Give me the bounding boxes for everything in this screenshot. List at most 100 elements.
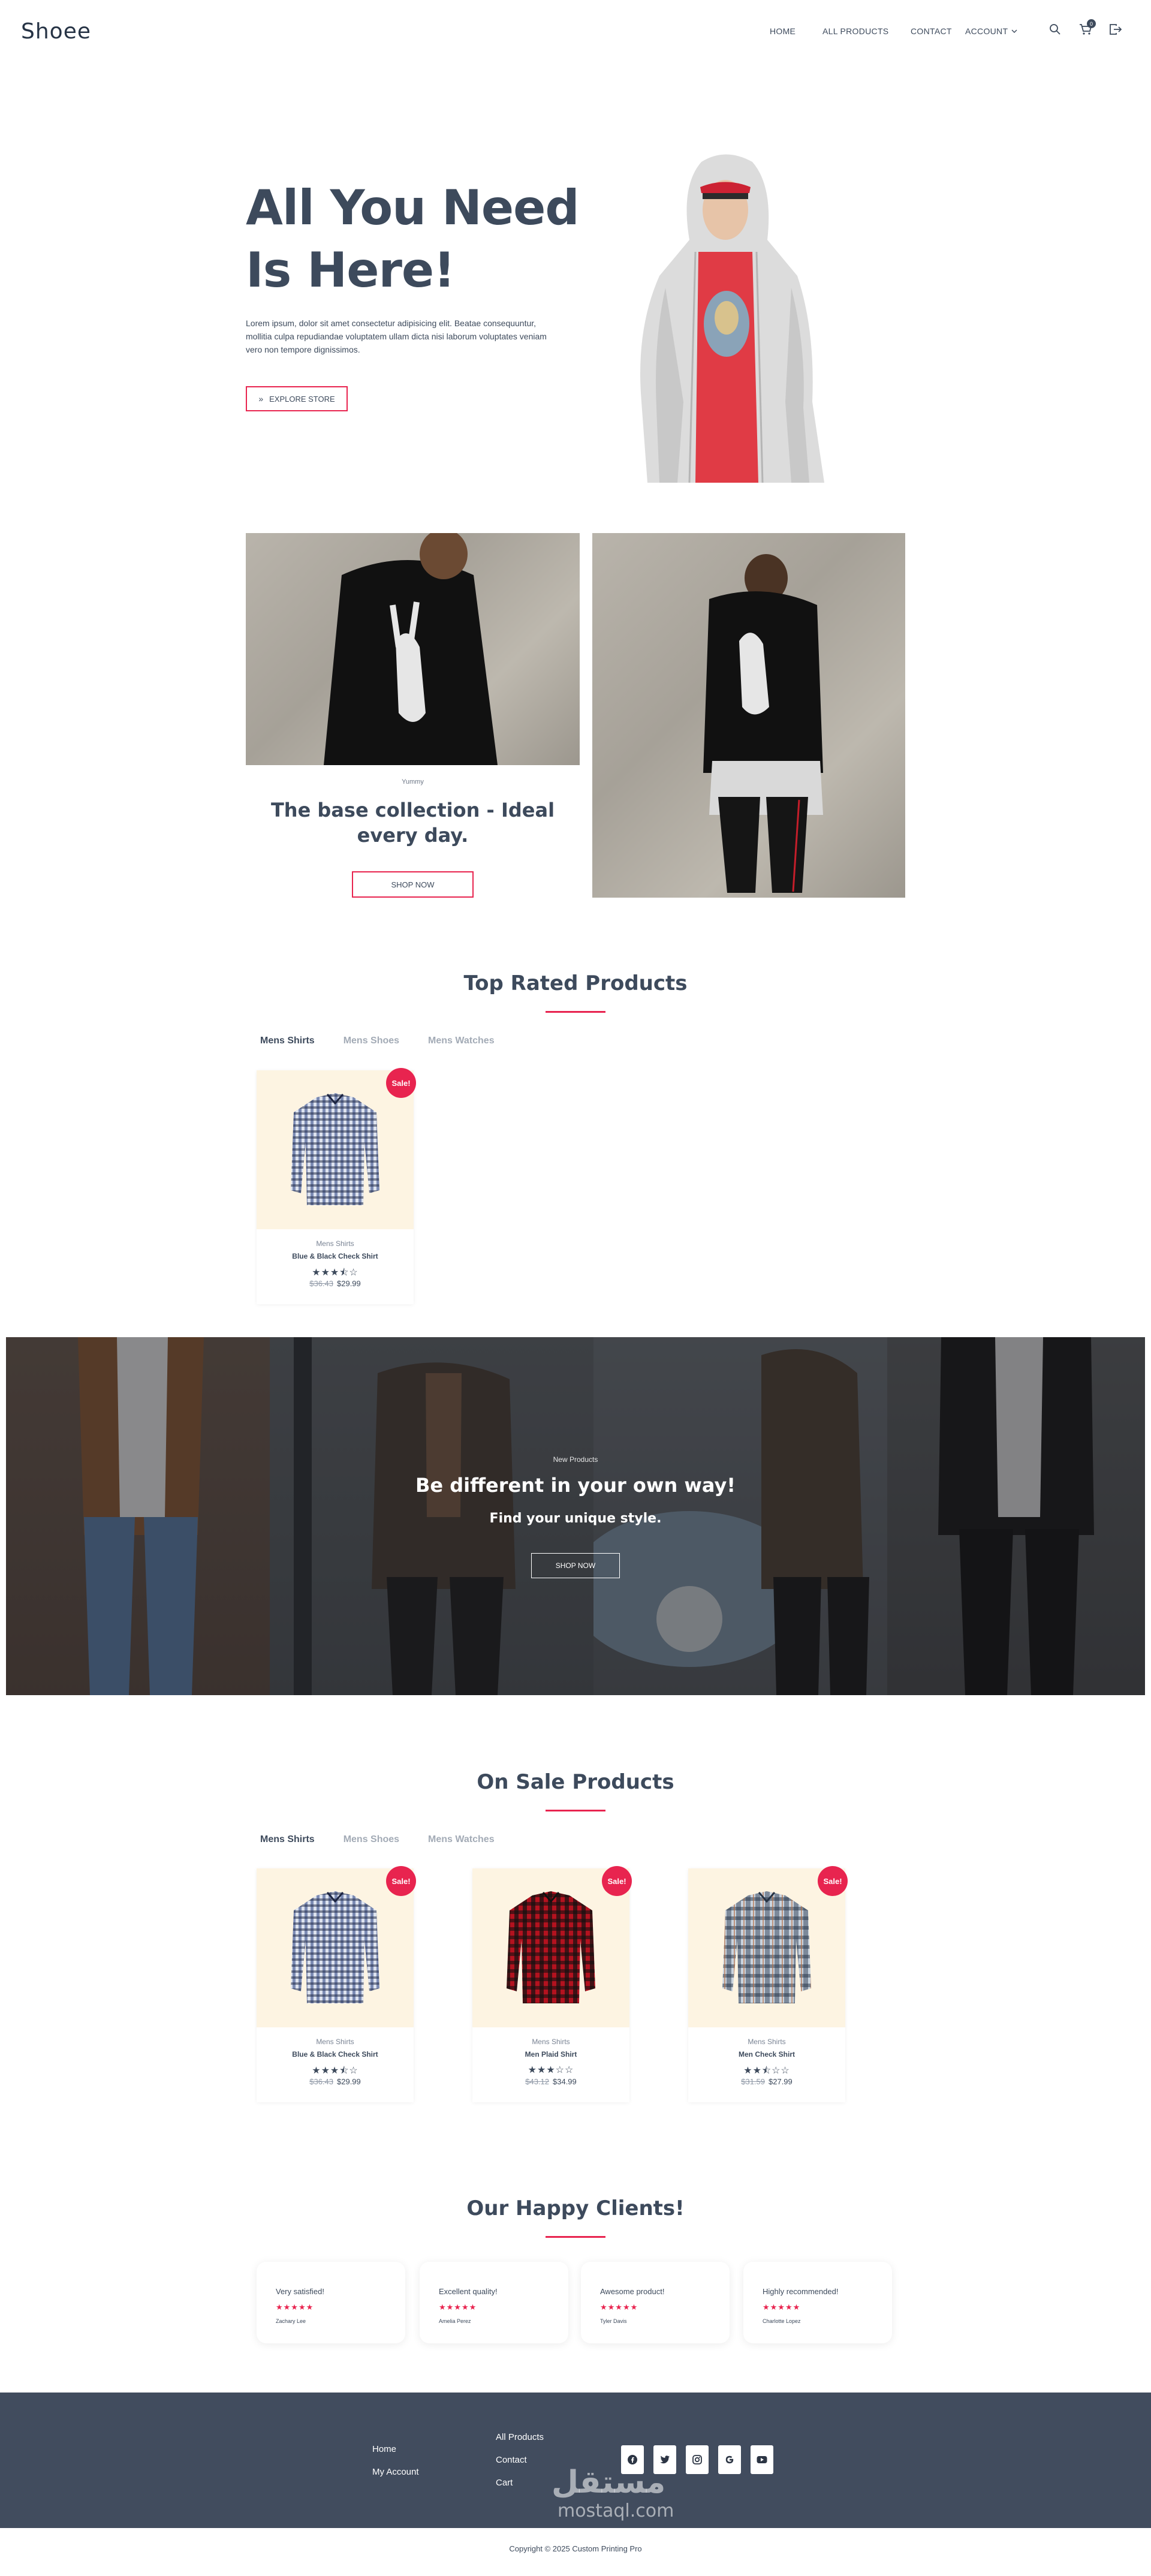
footer-link-my-account[interactable]: My Account bbox=[372, 2467, 419, 2477]
testimonial-author: Tyler Davis bbox=[600, 2318, 627, 2324]
footer-link-all-products[interactable]: All Products bbox=[496, 2432, 544, 2442]
base-collection-tag: Yummy bbox=[402, 778, 424, 786]
nav-account-dropdown[interactable]: ACCOUNT bbox=[965, 26, 1017, 36]
on-sale-divider bbox=[546, 1810, 605, 1811]
sale-badge: Sale! bbox=[386, 1866, 416, 1896]
tab-mens-shirts[interactable]: Mens Shirts bbox=[260, 1036, 315, 1046]
product-old-price: $43.12 bbox=[525, 2077, 549, 2086]
product-old-price: $31.59 bbox=[741, 2077, 765, 2086]
footer-link-home[interactable]: Home bbox=[372, 2444, 396, 2454]
hero-description: Lorem ipsum, dolor sit amet consectetur … bbox=[246, 318, 547, 354]
testimonial-text: Highly recommended! bbox=[763, 2287, 839, 2296]
testimonial-rating: ★★★★★ bbox=[276, 2303, 314, 2312]
product-category: Mens Shirts bbox=[748, 2038, 786, 2046]
top-rated-divider bbox=[546, 1011, 605, 1013]
base-collection-title: The base collection - Ideal every day. bbox=[270, 799, 555, 847]
nav-contact[interactable]: CONTACT bbox=[911, 26, 952, 36]
site-logo[interactable]: Shoee bbox=[21, 19, 91, 44]
nav-all-products[interactable]: ALL PRODUCTS bbox=[822, 26, 888, 36]
testimonial-author: Charlotte Lopez bbox=[763, 2318, 801, 2324]
banner-title: Be different in your own way! bbox=[415, 1474, 736, 1497]
tab-mens-shoes[interactable]: Mens Shoes bbox=[344, 1036, 399, 1046]
google-icon[interactable] bbox=[718, 2445, 741, 2474]
product-category: Mens Shirts bbox=[316, 1239, 354, 1248]
product-image bbox=[257, 1868, 414, 2027]
product-price: $36.43 $29.99 bbox=[257, 1279, 414, 1288]
cart-count-badge: 0 bbox=[1087, 19, 1096, 28]
testimonial-card: Very satisfied! ★★★★★ Zachary Lee bbox=[257, 2262, 405, 2343]
top-rated-title: Top Rated Products bbox=[463, 971, 688, 995]
testimonial-card: Highly recommended! ★★★★★ Charlotte Lope… bbox=[743, 2262, 892, 2343]
base-collection-image-tall bbox=[592, 533, 905, 898]
product-image bbox=[688, 1868, 845, 2027]
base-collection-image-small bbox=[246, 533, 580, 765]
product-name[interactable]: Blue & Black Check Shirt bbox=[257, 2050, 414, 2059]
copyright-text: Copyright © 2025 Custom Printing Pro bbox=[509, 2544, 642, 2553]
clients-divider bbox=[546, 2236, 605, 2238]
product-card[interactable]: Sale! Mens Shirts Blue & Black Check Shi… bbox=[257, 1068, 416, 1304]
testimonial-card: Excellent quality! ★★★★★ Amelia Perez bbox=[420, 2262, 568, 2343]
product-name[interactable]: Blue & Black Check Shirt bbox=[257, 1252, 414, 1260]
clients-title: Our Happy Clients! bbox=[466, 2196, 685, 2220]
footer-link-cart[interactable]: Cart bbox=[496, 2478, 513, 2488]
banner-shop-button[interactable]: SHOP NOW bbox=[531, 1553, 620, 1578]
watermark-arabic: مستقل bbox=[552, 2464, 666, 2500]
product-old-price: $36.43 bbox=[309, 2077, 333, 2086]
explore-store-button[interactable]: » EXPLORE STORE bbox=[246, 386, 348, 411]
instagram-icon[interactable] bbox=[686, 2445, 709, 2474]
search-icon[interactable] bbox=[1047, 22, 1063, 37]
logout-icon[interactable] bbox=[1108, 22, 1123, 37]
site-footer: Home My Account All Products Contact Car… bbox=[0, 2393, 1151, 2528]
hero-model-image bbox=[599, 150, 851, 486]
product-sale-price: $29.99 bbox=[337, 2077, 361, 2086]
banner-subtitle: Find your unique style. bbox=[489, 1511, 662, 1526]
testimonial-rating: ★★★★★ bbox=[439, 2303, 477, 2312]
product-category: Mens Shirts bbox=[532, 2038, 570, 2046]
cart-icon[interactable]: 0 bbox=[1078, 19, 1096, 37]
hero-title: All You Need Is Here! bbox=[246, 180, 580, 298]
product-price: $36.43 $29.99 bbox=[257, 2077, 414, 2086]
product-rating: ★★★☆☆ bbox=[528, 2065, 574, 2075]
sale-badge: Sale! bbox=[386, 1068, 416, 1098]
testimonial-author: Zachary Lee bbox=[276, 2318, 306, 2324]
footer-link-contact[interactable]: Contact bbox=[496, 2455, 527, 2465]
product-price: $31.59 $27.99 bbox=[688, 2077, 845, 2086]
product-sale-price: $34.99 bbox=[553, 2077, 577, 2086]
product-card[interactable]: Sale! Mens Shirts Men Plaid Shirt ★★★☆☆ … bbox=[472, 1866, 632, 2102]
testimonial-text: Very satisfied! bbox=[276, 2287, 324, 2296]
product-sale-price: $27.99 bbox=[769, 2077, 793, 2086]
site-header: Shoee HOME ALL PRODUCTS CONTACT ACCOUNT … bbox=[0, 0, 1151, 62]
sale-badge: Sale! bbox=[818, 1866, 848, 1896]
youtube-icon[interactable] bbox=[751, 2445, 773, 2474]
testimonial-author: Amelia Perez bbox=[439, 2318, 471, 2324]
banner-tag: New Products bbox=[553, 1455, 598, 1464]
sale-badge: Sale! bbox=[602, 1866, 632, 1896]
testimonial-text: Awesome product! bbox=[600, 2287, 665, 2296]
tab-mens-shirts[interactable]: Mens Shirts bbox=[260, 1834, 315, 1845]
testimonial-rating: ★★★★★ bbox=[600, 2303, 638, 2312]
tab-mens-watches[interactable]: Mens Watches bbox=[428, 1036, 495, 1046]
product-image bbox=[257, 1070, 414, 1229]
product-old-price: $36.43 bbox=[309, 1279, 333, 1288]
top-rated-tabs: Mens Shirts Mens Shoes Mens Watches bbox=[260, 1036, 495, 1046]
tab-mens-shoes[interactable]: Mens Shoes bbox=[344, 1834, 399, 1845]
on-sale-title: On Sale Products bbox=[477, 1770, 674, 1794]
tab-mens-watches[interactable]: Mens Watches bbox=[428, 1834, 495, 1845]
testimonial-text: Excellent quality! bbox=[439, 2287, 498, 2296]
product-category: Mens Shirts bbox=[316, 2038, 354, 2046]
product-name[interactable]: Men Plaid Shirt bbox=[472, 2050, 629, 2059]
product-card[interactable]: Sale! Mens Shirts Blue & Black Check Shi… bbox=[257, 1866, 416, 2102]
product-price: $43.12 $34.99 bbox=[472, 2077, 629, 2086]
nav-account-label: ACCOUNT bbox=[965, 26, 1008, 36]
explore-store-label: EXPLORE STORE bbox=[269, 394, 335, 404]
base-collection-shop-button[interactable]: SHOP NOW bbox=[352, 871, 474, 898]
chevron-down-icon bbox=[1011, 29, 1017, 33]
testimonial-rating: ★★★★★ bbox=[763, 2303, 801, 2312]
product-sale-price: $29.99 bbox=[337, 1279, 361, 1288]
testimonial-card: Awesome product! ★★★★★ Tyler Davis bbox=[581, 2262, 730, 2343]
product-name[interactable]: Men Check Shirt bbox=[688, 2050, 845, 2059]
on-sale-tabs: Mens Shirts Mens Shoes Mens Watches bbox=[260, 1834, 495, 1845]
product-card[interactable]: Sale! Mens Shirts Men Check Shirt ★★⯪☆☆ … bbox=[688, 1866, 848, 2102]
nav-home[interactable]: HOME bbox=[770, 26, 796, 36]
watermark-latin: mostaql.com bbox=[558, 2500, 674, 2521]
